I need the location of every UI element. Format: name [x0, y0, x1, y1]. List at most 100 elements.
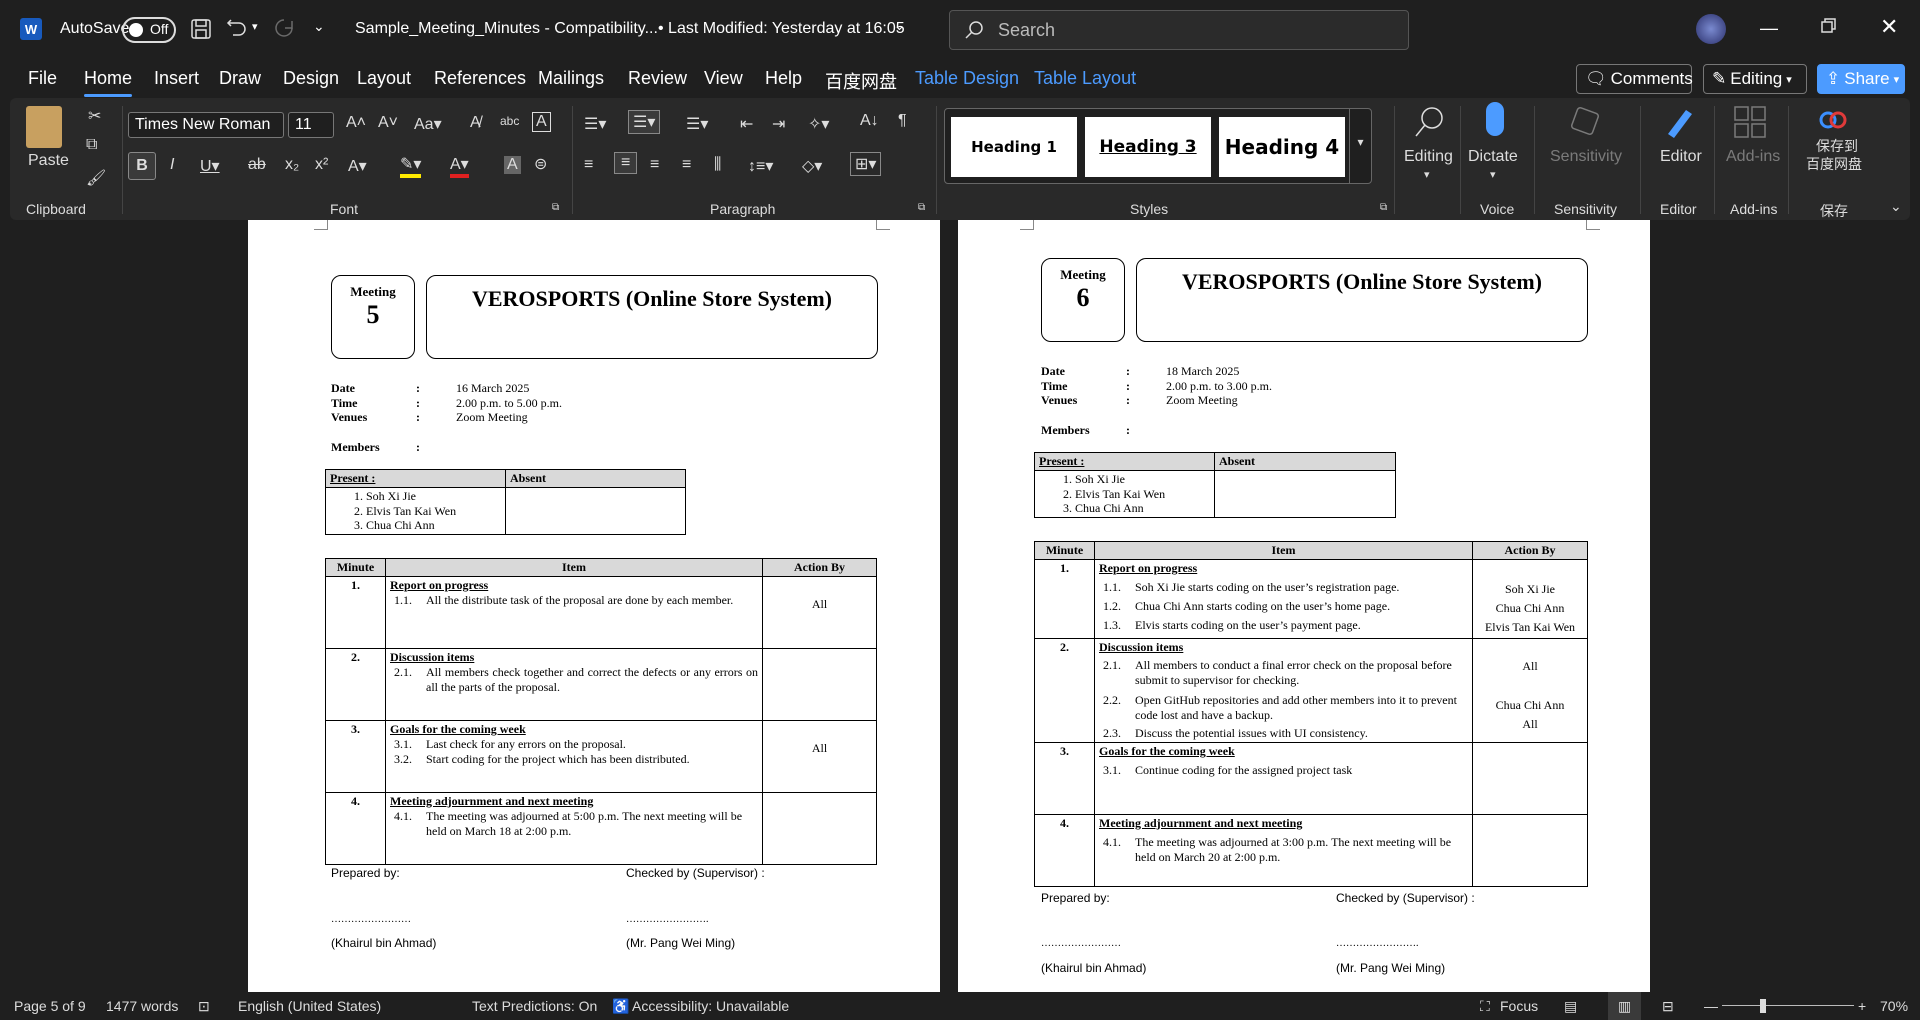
- language-status[interactable]: English (United States): [238, 998, 381, 1014]
- zoom-in-icon[interactable]: +: [1858, 998, 1866, 1014]
- autosave-toggle[interactable]: Off: [122, 17, 176, 43]
- tab-file[interactable]: File: [28, 68, 57, 89]
- multilevel-list-icon[interactable]: ☰▾: [686, 114, 708, 134]
- style-heading-1[interactable]: Heading 1: [951, 117, 1077, 177]
- zoom-slider[interactable]: [1722, 1005, 1854, 1006]
- document-canvas[interactable]: Meeting 5 VEROSPORTS (Online Store Syste…: [0, 220, 1920, 992]
- save-to-baidu-line2[interactable]: 百度网盘: [1806, 154, 1862, 174]
- align-center-icon[interactable]: ≡: [614, 152, 638, 174]
- editing-mode-button[interactable]: ✎ Editing ▾: [1703, 64, 1807, 94]
- paste-button[interactable]: Paste: [28, 152, 69, 170]
- line-spacing-icon[interactable]: ↕≡▾: [748, 156, 773, 176]
- bold-button[interactable]: B: [128, 152, 156, 180]
- align-right-icon[interactable]: ≡: [650, 156, 659, 174]
- word-count[interactable]: 1477 words: [106, 998, 178, 1014]
- page-count[interactable]: Page 5 of 9: [14, 998, 86, 1014]
- shrink-font-icon[interactable]: A˅: [378, 114, 398, 132]
- shading-icon[interactable]: A: [504, 156, 521, 174]
- subscript-button[interactable]: x₂: [285, 156, 299, 174]
- tab-mailings[interactable]: Mailings: [538, 68, 604, 89]
- phonetic-guide-icon[interactable]: abc: [500, 114, 519, 128]
- accessibility-icon[interactable]: ♿: [612, 998, 629, 1015]
- comments-button[interactable]: 🗨 Comments: [1576, 64, 1693, 94]
- share-button[interactable]: ⇪ Share ▾: [1817, 64, 1905, 94]
- find-icon[interactable]: [1410, 104, 1450, 145]
- save-to-baidu-line1[interactable]: 保存到: [1816, 136, 1858, 156]
- tab-insert[interactable]: Insert: [154, 68, 199, 89]
- undo-dropdown-icon[interactable]: ▾: [252, 20, 258, 33]
- focus-button[interactable]: Focus: [1500, 998, 1538, 1014]
- zoom-level[interactable]: 70%: [1880, 998, 1908, 1014]
- show-formatting-icon[interactable]: ¶: [898, 112, 907, 130]
- paragraph-dialog-launcher-icon[interactable]: ⧉: [918, 202, 925, 213]
- editor-icon[interactable]: [1660, 104, 1700, 145]
- italic-button[interactable]: I: [170, 156, 174, 174]
- restore-icon[interactable]: [1820, 18, 1836, 34]
- read-mode-icon[interactable]: ▤: [1564, 998, 1577, 1015]
- clear-formatting-icon[interactable]: A̸: [470, 114, 481, 132]
- distributed-icon[interactable]: ⫼: [714, 156, 721, 174]
- justify-icon[interactable]: ≡: [682, 156, 691, 174]
- focus-icon[interactable]: ⛶: [1480, 998, 1490, 1015]
- decrease-indent-icon[interactable]: ⇤: [740, 114, 753, 134]
- enclose-char-icon[interactable]: ⊜: [534, 154, 547, 174]
- microphone-icon[interactable]: [1486, 102, 1504, 136]
- grow-font-icon[interactable]: A˄: [346, 114, 366, 132]
- editor-button[interactable]: Editor: [1660, 148, 1702, 166]
- save-icon[interactable]: [190, 18, 212, 40]
- font-dialog-launcher-icon[interactable]: ⧉: [552, 202, 559, 213]
- chevron-down-icon[interactable]: ▾: [1490, 168, 1496, 181]
- numbering-icon[interactable]: ☰▾: [628, 110, 661, 134]
- font-name-select[interactable]: Times New Roman: [128, 112, 284, 138]
- tab-draw[interactable]: Draw: [219, 68, 261, 89]
- bullets-icon[interactable]: ☰▾: [584, 114, 606, 134]
- accessibility-status[interactable]: Accessibility: Unavailable: [632, 998, 789, 1014]
- search-input[interactable]: Search: [949, 10, 1409, 50]
- avatar[interactable]: [1696, 14, 1726, 44]
- document-title[interactable]: Sample_Meeting_Minutes - Compatibility..…: [355, 20, 658, 38]
- zoom-out-icon[interactable]: —: [1704, 998, 1718, 1014]
- change-case-icon[interactable]: Aa▾: [414, 114, 442, 134]
- print-layout-icon[interactable]: ▥: [1608, 992, 1642, 1020]
- borders-icon[interactable]: ⊞▾: [850, 152, 882, 176]
- strikethrough-button[interactable]: ab: [248, 156, 266, 174]
- copy-icon[interactable]: ⧉: [86, 136, 97, 154]
- tab-table-design[interactable]: Table Design: [915, 68, 1019, 89]
- redo-icon[interactable]: [272, 16, 296, 40]
- tab-review[interactable]: Review: [628, 68, 687, 89]
- editing-button[interactable]: Editing: [1404, 148, 1453, 166]
- paragraph-shading-icon[interactable]: ◇▾: [802, 156, 822, 176]
- font-size-select[interactable]: 11: [288, 112, 334, 138]
- font-color-icon[interactable]: A▾: [450, 154, 469, 178]
- styles-dialog-launcher-icon[interactable]: ⧉: [1380, 202, 1387, 213]
- minimize-icon[interactable]: —: [1760, 18, 1778, 39]
- increase-indent-icon[interactable]: ⇥: [772, 114, 785, 134]
- undo-icon[interactable]: [225, 16, 249, 40]
- text-effects-icon[interactable]: A▾: [348, 156, 367, 176]
- web-layout-icon[interactable]: ⊟: [1662, 998, 1674, 1015]
- underline-button[interactable]: U▾: [200, 156, 220, 176]
- align-left-icon[interactable]: ≡: [584, 156, 593, 174]
- document-page[interactable]: Meeting 5 VEROSPORTS (Online Store Syste…: [248, 220, 940, 992]
- tab-table-layout[interactable]: Table Layout: [1034, 68, 1136, 89]
- last-modified[interactable]: • Last Modified: Yesterday at 16:05: [658, 20, 905, 38]
- document-page[interactable]: Meeting 6 VEROSPORTS (Online Store Syste…: [958, 220, 1650, 992]
- tab-home[interactable]: Home: [84, 68, 133, 97]
- customize-qat-icon[interactable]: ⌄: [313, 18, 325, 35]
- tab-baidu[interactable]: 百度网盘: [825, 68, 897, 94]
- tab-layout[interactable]: Layout: [357, 68, 411, 89]
- tab-design[interactable]: Design: [283, 68, 339, 89]
- text-predictions-status[interactable]: Text Predictions: On: [472, 998, 597, 1014]
- tab-references[interactable]: References: [434, 68, 526, 89]
- collapse-ribbon-icon[interactable]: ⌄: [1890, 198, 1902, 215]
- style-heading-4[interactable]: Heading 4: [1219, 117, 1345, 177]
- cut-icon[interactable]: ✂: [88, 106, 101, 126]
- chevron-down-icon[interactable]: ⌄: [894, 18, 905, 34]
- zoom-slider-thumb[interactable]: [1760, 999, 1766, 1013]
- tab-help[interactable]: Help: [765, 68, 802, 89]
- superscript-button[interactable]: x²: [315, 156, 328, 174]
- baidu-cloud-icon[interactable]: [1818, 106, 1848, 137]
- sort-icon[interactable]: A↓: [860, 112, 879, 130]
- line-spacing-options-icon[interactable]: ✧▾: [808, 114, 829, 134]
- highlight-color-icon[interactable]: ✎▾: [400, 154, 422, 178]
